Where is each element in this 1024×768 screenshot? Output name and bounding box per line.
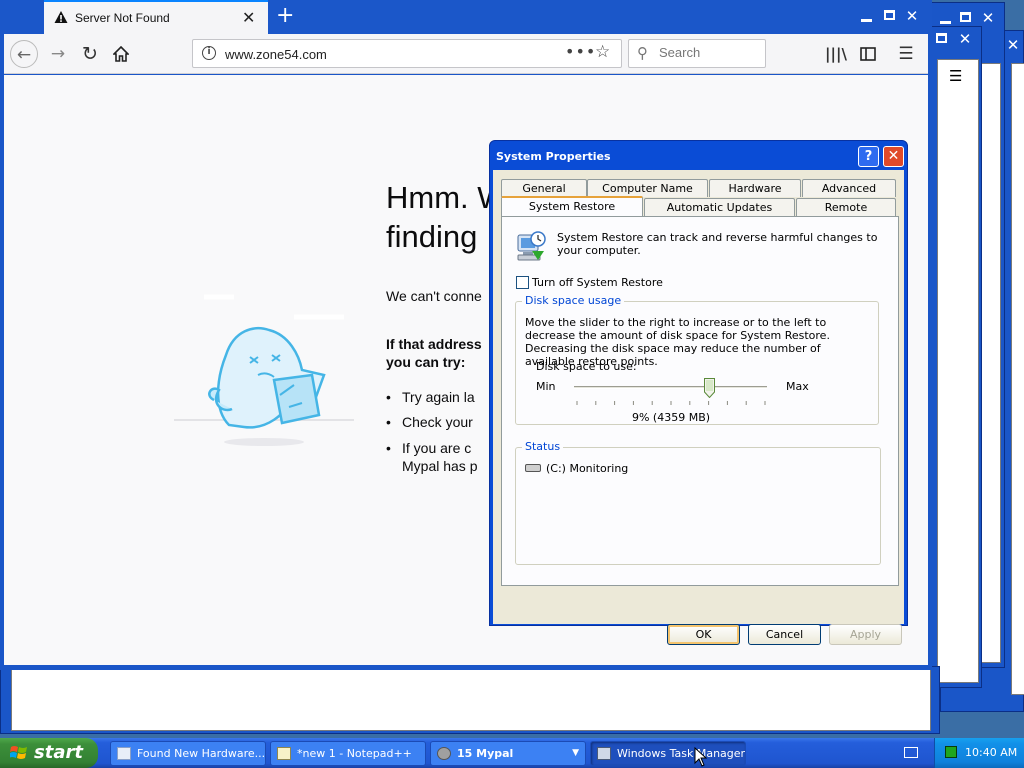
keyboard-icon[interactable] (904, 747, 918, 758)
maximize-icon[interactable] (955, 8, 975, 28)
group-arrow-icon: ▼ (572, 748, 579, 758)
info-icon[interactable]: i (202, 46, 216, 60)
status-group: Status (C:) Monitoring (515, 440, 881, 565)
drive-icon (525, 464, 541, 472)
tab-title: Server Not Found (75, 11, 170, 25)
close-icon[interactable]: ✕ (1003, 35, 1023, 55)
help-button[interactable]: ? (858, 146, 879, 167)
taskbar: start Found New Hardware... *new 1 - Not… (0, 738, 1024, 768)
apply-button[interactable]: Apply (829, 624, 902, 645)
error-suggestion: Check your (386, 413, 473, 431)
close-icon[interactable]: ✕ (902, 6, 922, 26)
dialog-title: System Properties (496, 150, 611, 163)
error-description: We can't conne (386, 288, 482, 304)
error-title: Hmm. W finding (386, 180, 496, 254)
monitor-icon[interactable] (945, 746, 957, 758)
task-mypal[interactable]: 15 Mypal ▼ (430, 741, 586, 766)
tab-strip: Server Not Found ✕ + ✕ (0, 0, 932, 34)
mouse-cursor-icon (694, 747, 708, 767)
start-button[interactable]: start (0, 738, 98, 768)
tab-close-icon[interactable]: ✕ (242, 8, 255, 27)
system-tray: 10:40 AM (934, 738, 1024, 768)
reload-icon[interactable]: ↻ (76, 40, 104, 68)
drive-status[interactable]: (C:) Monitoring (546, 462, 628, 475)
menu-icon[interactable]: ☰ (892, 40, 920, 68)
error-suggestion: Try again la (386, 388, 475, 406)
start-label: start (34, 742, 83, 763)
bookmark-star-icon[interactable]: ☆ (595, 42, 610, 62)
dialog-body: General Computer Name Hardware Advanced … (493, 170, 904, 645)
back-icon[interactable]: ← (10, 40, 38, 68)
status-group-label: Status (522, 440, 564, 453)
slider-max-label: Max (786, 380, 809, 393)
error-suggestion: If you are c Mypal has p (386, 439, 478, 475)
disk-space-group: Disk space usage Move the slider to the … (515, 294, 879, 425)
turn-off-restore-checkbox[interactable] (516, 276, 529, 289)
forward-icon[interactable]: → (44, 40, 72, 68)
menu-icon[interactable]: ☰ (949, 67, 962, 85)
maximize-icon[interactable] (931, 29, 951, 49)
url-text[interactable]: www.zone54.com (225, 47, 327, 62)
tab-hardware[interactable]: Hardware (709, 179, 801, 197)
close-icon[interactable]: ✕ (955, 29, 975, 49)
system-properties-dialog: System Properties ? ✕ General Computer N… (489, 140, 908, 645)
background-window-1[interactable]: ✕ ☰ (926, 26, 982, 688)
task-windows-task-manager[interactable]: Windows Task Manager (590, 741, 746, 766)
page-actions-icon[interactable]: ••• (565, 42, 596, 61)
tab-advanced[interactable]: Advanced (802, 179, 896, 197)
cancel-button[interactable]: Cancel (748, 624, 821, 645)
restore-intro-text: System Restore can track and reverse har… (557, 231, 878, 257)
clock[interactable]: 10:40 AM (965, 746, 1017, 759)
task-notepadpp[interactable]: *new 1 - Notepad++ (270, 741, 426, 766)
new-tab-icon[interactable]: + (276, 4, 294, 28)
disk-space-slider-thumb[interactable] (703, 378, 715, 398)
disk-space-value: 9% (4359 MB) (631, 411, 711, 424)
home-icon[interactable] (107, 40, 135, 68)
background-window-0 (0, 666, 940, 734)
tab-remote[interactable]: Remote (796, 198, 896, 216)
hardware-icon (117, 747, 131, 760)
error-illustration (174, 294, 354, 446)
minimize-icon[interactable] (856, 6, 876, 26)
search-bar[interactable]: ⚲ (628, 39, 766, 68)
tab-general[interactable]: General (501, 179, 587, 197)
close-icon[interactable]: ✕ (978, 8, 998, 28)
tab-computer-name[interactable]: Computer Name (587, 179, 708, 197)
disk-space-slider-track[interactable] (574, 386, 767, 389)
slider-ticks (576, 401, 766, 405)
turn-off-restore-label[interactable]: Turn off System Restore (532, 276, 663, 289)
tab-automatic-updates[interactable]: Automatic Updates (644, 198, 795, 216)
navigation-bar: ← → ↻ i www.zone54.com ••• ☆ ⚲ |||\ ☰ (4, 34, 928, 74)
library-icon[interactable]: |||\ (822, 40, 850, 68)
task-found-new-hardware[interactable]: Found New Hardware... (110, 741, 266, 766)
disk-space-to-use-label: Disk space to use: (536, 360, 637, 373)
ok-button[interactable]: OK (667, 624, 740, 645)
warning-icon (54, 11, 68, 23)
system-restore-page: System Restore can track and reverse har… (501, 216, 899, 586)
mypal-icon (437, 747, 451, 760)
slider-min-label: Min (536, 380, 556, 393)
error-try-heading: If that address you can try: (386, 336, 482, 370)
taskmanager-icon (597, 747, 611, 760)
disk-space-group-label: Disk space usage (522, 294, 625, 307)
minimize-icon[interactable] (935, 8, 955, 28)
maximize-icon[interactable] (879, 6, 899, 26)
windows-logo-icon (10, 746, 27, 759)
search-input[interactable] (659, 45, 759, 60)
tab-server-not-found[interactable]: Server Not Found ✕ (44, 0, 268, 34)
tab-system-restore[interactable]: System Restore (501, 196, 643, 216)
dialog-close-button[interactable]: ✕ (883, 146, 904, 167)
url-bar[interactable]: i www.zone54.com ••• ☆ (192, 39, 622, 68)
notepad-icon (277, 747, 291, 760)
search-icon: ⚲ (637, 44, 648, 62)
system-restore-icon (517, 231, 546, 261)
sidebar-icon[interactable] (854, 40, 882, 68)
